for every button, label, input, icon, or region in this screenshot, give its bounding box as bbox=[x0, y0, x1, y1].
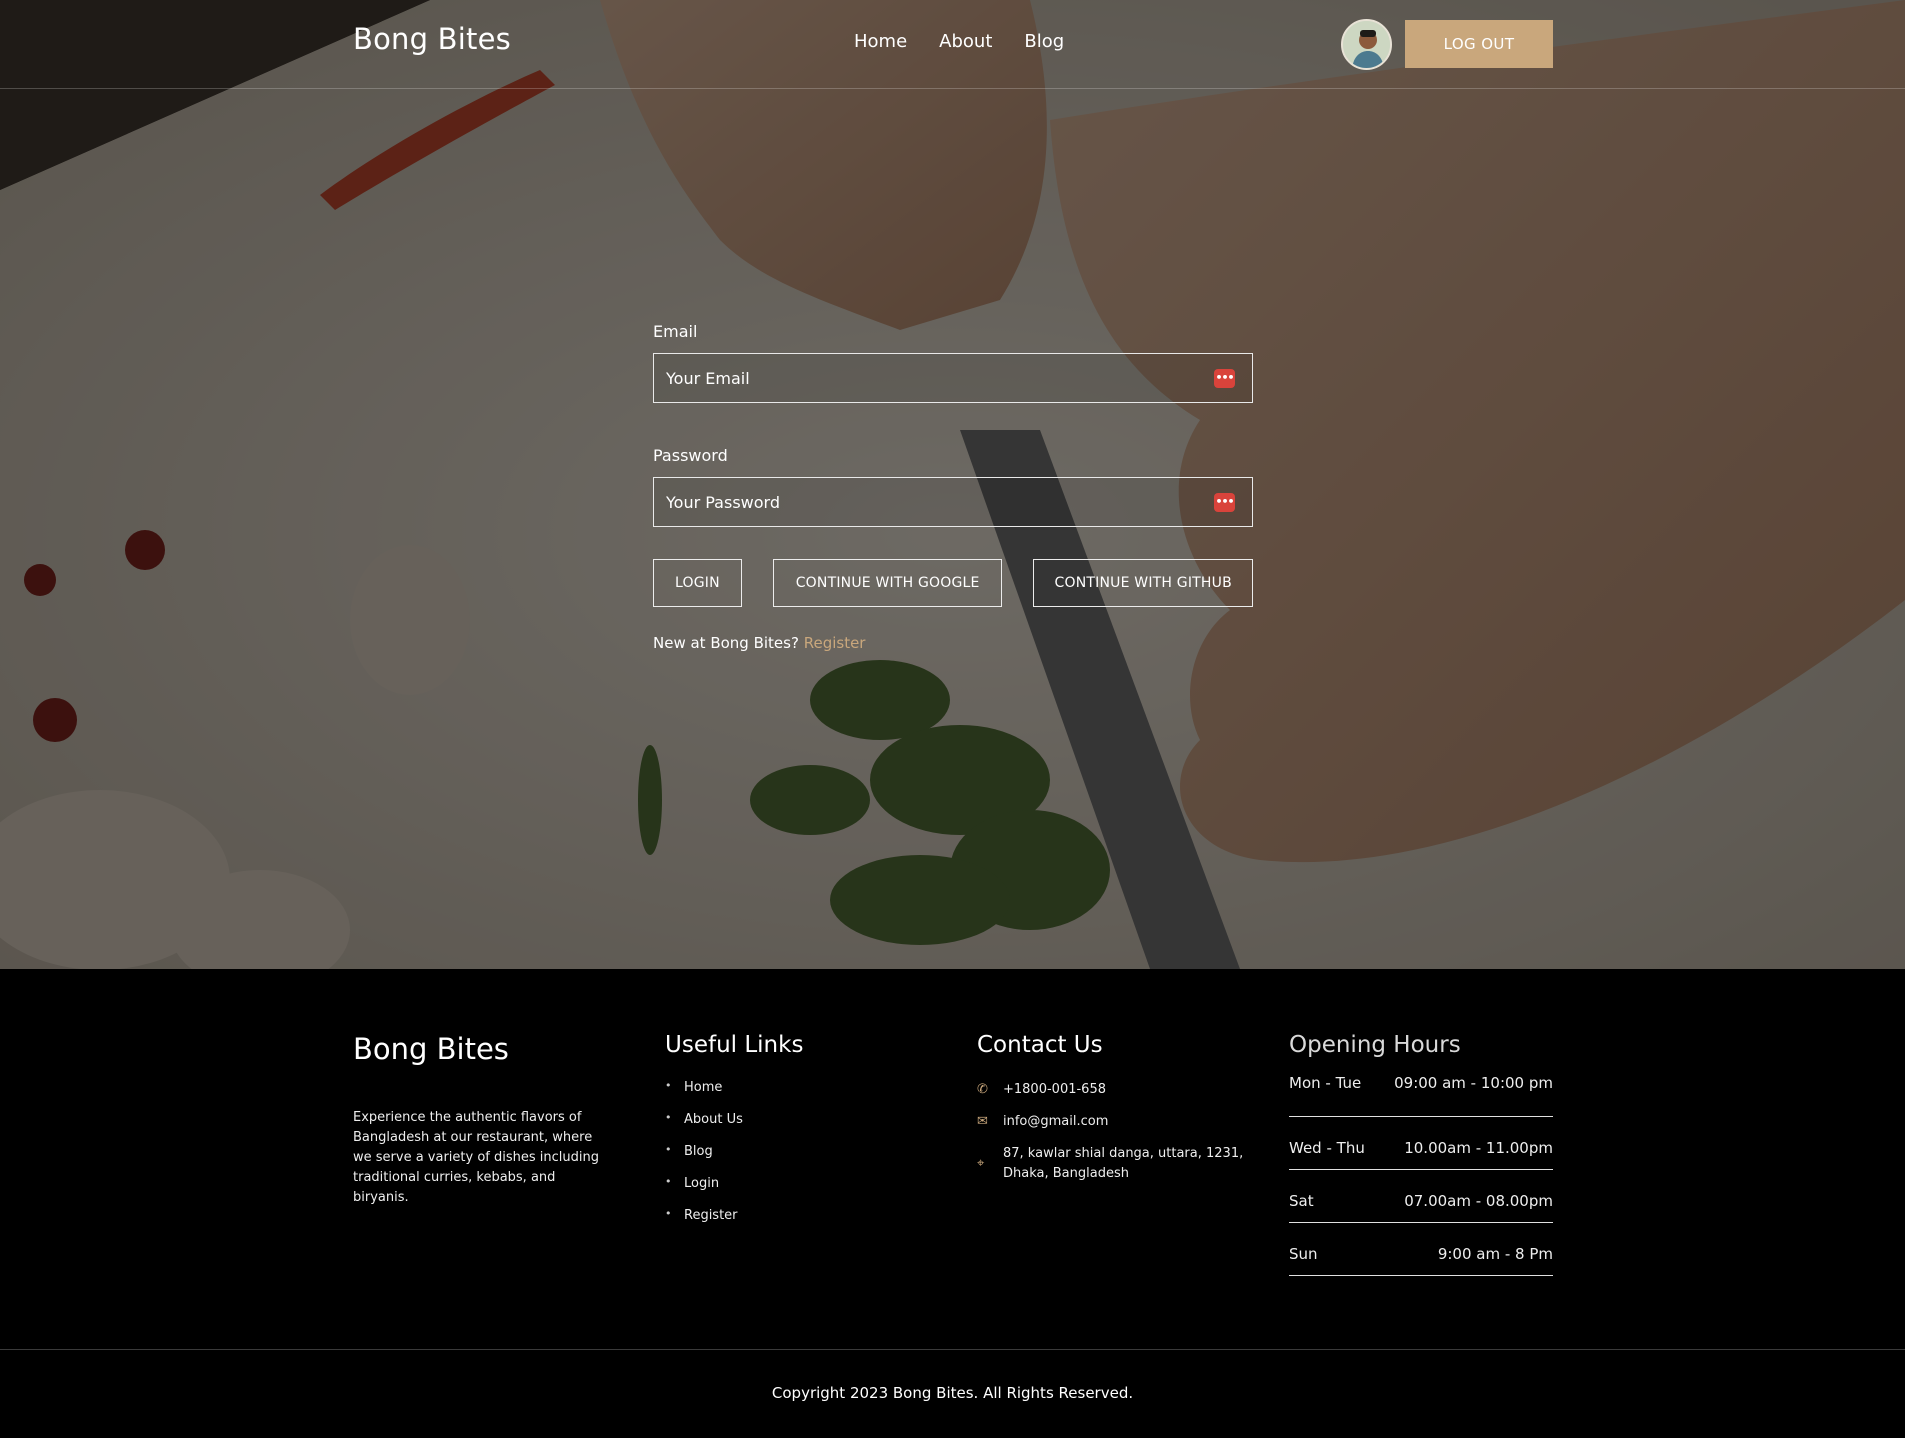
email-label: Email bbox=[653, 322, 698, 341]
contact-phone-text: +1800-001-658 bbox=[1003, 1082, 1106, 1097]
contact-title: Contact Us bbox=[977, 1032, 1103, 1058]
login-button[interactable]: LOGIN bbox=[653, 559, 742, 607]
user-avatar[interactable] bbox=[1341, 19, 1392, 70]
hours-days: Mon - Tue bbox=[1289, 1074, 1362, 1092]
phone-icon: ✆ bbox=[977, 1082, 988, 1097]
hours-days: Sun bbox=[1289, 1245, 1318, 1263]
user-avatar-icon bbox=[1343, 21, 1390, 68]
password-field[interactable] bbox=[654, 478, 1252, 526]
contact-address-text: 87, kawlar shial danga, uttara, 1231, Dh… bbox=[1003, 1146, 1244, 1181]
footer-brand: Bong Bites bbox=[353, 1032, 509, 1066]
main-menu: Home About Blog bbox=[854, 31, 1064, 52]
hours-days: Sat bbox=[1289, 1192, 1314, 1210]
footer-link-register[interactable]: Register bbox=[665, 1207, 803, 1240]
copyright-text: Copyright 2023 Bong Bites. All Rights Re… bbox=[771, 1384, 1134, 1402]
footer-link-about[interactable]: About Us bbox=[665, 1111, 803, 1144]
password-manager-icon[interactable]: ••• bbox=[1214, 369, 1235, 388]
hours-days: Wed - Thu bbox=[1289, 1139, 1365, 1157]
nav-home[interactable]: Home bbox=[854, 31, 907, 52]
hours-row: Wed - Thu 10.00am - 11.00pm bbox=[1289, 1117, 1553, 1170]
location-icon: ⌖ bbox=[977, 1156, 985, 1171]
logout-button[interactable]: LOG OUT bbox=[1405, 20, 1553, 68]
nav-blog[interactable]: Blog bbox=[1024, 31, 1064, 52]
footer bbox=[0, 969, 1905, 1438]
github-login-button[interactable]: CONTINUE WITH GITHUB bbox=[1033, 559, 1254, 607]
envelope-icon: ✉ bbox=[977, 1114, 988, 1129]
top-navbar: Bong Bites Home About Blog LOG OUT bbox=[0, 0, 1905, 89]
hours-row: Mon - Tue 09:00 am - 10:00 pm bbox=[1289, 1064, 1553, 1117]
hours-time: 07.00am - 08.00pm bbox=[1404, 1192, 1553, 1210]
contact-email: ✉ info@gmail.com bbox=[977, 1112, 1247, 1132]
contact-phone: ✆ +1800-001-658 bbox=[977, 1080, 1247, 1100]
hours-time: 10.00am - 11.00pm bbox=[1404, 1139, 1553, 1157]
brand-logo[interactable]: Bong Bites bbox=[353, 22, 511, 56]
register-prompt-text: New at Bong Bites? bbox=[653, 634, 799, 652]
login-form: Email ••• Password ••• LOGIN CONTINUE WI… bbox=[653, 322, 1254, 652]
auth-buttons: LOGIN CONTINUE WITH GOOGLE CONTINUE WITH… bbox=[653, 559, 1254, 607]
footer-divider bbox=[0, 1349, 1905, 1350]
contact-address: ⌖ 87, kawlar shial danga, uttara, 1231, … bbox=[977, 1144, 1247, 1184]
hours-row: Sat 07.00am - 08.00pm bbox=[1289, 1170, 1553, 1223]
footer-description: Experience the authentic flavors of Bang… bbox=[353, 1110, 599, 1205]
register-prompt: New at Bong Bites? Register bbox=[653, 634, 1253, 652]
footer-contact: Contact Us ✆ +1800-001-658 ✉ info@gmail.… bbox=[977, 1032, 1247, 1184]
email-field-wrapper: ••• bbox=[653, 353, 1253, 403]
hours-row: Sun 9:00 am - 8 Pm bbox=[1289, 1223, 1553, 1276]
hours-time: 09:00 am - 10:00 pm bbox=[1394, 1074, 1553, 1092]
contact-email-text: info@gmail.com bbox=[1003, 1114, 1109, 1129]
footer-opening-hours: Opening Hours Mon - Tue 09:00 am - 10:00… bbox=[1289, 1032, 1553, 1276]
register-link[interactable]: Register bbox=[804, 634, 866, 652]
footer-link-blog[interactable]: Blog bbox=[665, 1143, 803, 1176]
hours-time: 9:00 am - 8 Pm bbox=[1437, 1245, 1553, 1263]
password-field-wrapper: ••• bbox=[653, 477, 1253, 527]
footer-useful-links: Useful Links Home About Us Blog Login Re… bbox=[665, 1032, 803, 1240]
footer-link-login[interactable]: Login bbox=[665, 1175, 803, 1208]
opening-hours-title: Opening Hours bbox=[1289, 1032, 1461, 1058]
nav-about[interactable]: About bbox=[939, 31, 992, 52]
password-manager-icon[interactable]: ••• bbox=[1214, 493, 1235, 512]
email-field[interactable] bbox=[654, 354, 1252, 402]
google-login-button[interactable]: CONTINUE WITH GOOGLE bbox=[772, 559, 1003, 607]
useful-links-title: Useful Links bbox=[665, 1032, 804, 1058]
password-label: Password bbox=[653, 446, 728, 465]
footer-link-home[interactable]: Home bbox=[665, 1079, 803, 1112]
